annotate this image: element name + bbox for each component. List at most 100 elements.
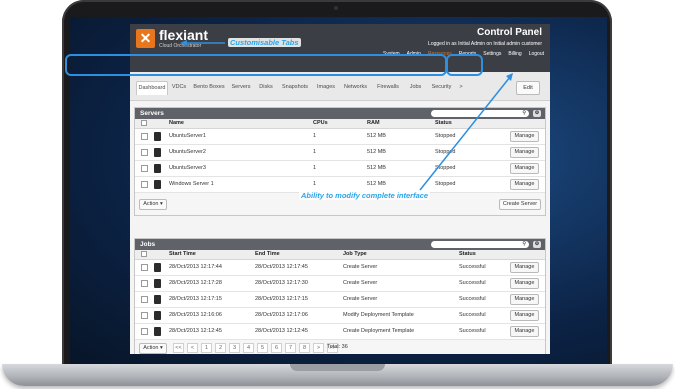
column-header-end-time[interactable]: End Time xyxy=(255,251,280,257)
job-start: 28/Oct/2013 12:16:06 xyxy=(169,312,222,318)
job-icon xyxy=(154,327,161,336)
column-header-ram[interactable]: RAM xyxy=(367,120,380,126)
jobs-column-headers: Start Time End Time Job Type Status xyxy=(135,250,545,260)
pager-item[interactable]: 4 xyxy=(243,343,254,353)
tab-snapshots[interactable]: Snapshots xyxy=(278,81,312,94)
tabs-highlight-outline xyxy=(65,54,447,76)
servers-panel-title: Servers xyxy=(140,110,164,117)
pager-item[interactable]: > xyxy=(313,343,324,353)
pager-item[interactable]: << xyxy=(173,343,184,353)
pager-item[interactable]: 5 xyxy=(257,343,268,353)
column-header-status[interactable]: Status xyxy=(435,120,452,126)
gear-icon[interactable]: ⚙ xyxy=(533,110,541,117)
job-icon xyxy=(154,263,161,272)
job-status: Successful xyxy=(459,264,486,270)
manage-button[interactable]: Manage xyxy=(510,147,539,158)
tab-security[interactable]: Security xyxy=(428,81,455,94)
jobs-total: Total: 36 xyxy=(327,344,348,350)
job-icon xyxy=(154,295,161,304)
tab-jobs[interactable]: Jobs xyxy=(405,81,426,94)
job-row[interactable]: 28/Oct/2013 12:16:06 28/Oct/2013 12:17:06… xyxy=(135,308,545,324)
column-header-status[interactable]: Status xyxy=(459,251,476,257)
column-header-name[interactable]: Name xyxy=(169,120,184,126)
edit-tabs-button[interactable]: Edit xyxy=(516,81,540,95)
tab-dashboard[interactable]: Dashboard xyxy=(136,81,168,95)
tab-networks[interactable]: Networks xyxy=(340,81,371,94)
row-checkbox[interactable] xyxy=(141,296,148,303)
server-icon xyxy=(154,180,161,189)
tab-images[interactable]: Images xyxy=(314,81,338,94)
server-ram: 512 MB xyxy=(367,165,386,171)
pager-item[interactable]: 6 xyxy=(271,343,282,353)
pager-item[interactable]: 1 xyxy=(201,343,212,353)
server-row[interactable]: UbuntuServer3 1 512 MB Stopped Manage xyxy=(135,161,545,177)
job-row[interactable]: 28/Oct/2013 12:17:15 28/Oct/2013 12:17:15… xyxy=(135,292,545,308)
job-start: 28/Oct/2013 12:12:45 xyxy=(169,328,222,334)
tab-servers[interactable]: Servers xyxy=(228,81,254,94)
jobs-search-input[interactable] xyxy=(431,241,529,248)
manage-button[interactable]: Manage xyxy=(510,278,539,289)
tab-firewalls[interactable]: Firewalls xyxy=(373,81,403,94)
row-checkbox[interactable] xyxy=(141,181,148,188)
jobs-table-body: 28/Oct/2013 12:17:44 28/Oct/2013 12:17:45… xyxy=(135,260,545,340)
tab-disks[interactable]: Disks xyxy=(256,81,276,94)
nav-item-logout[interactable]: Logout xyxy=(529,51,544,57)
manage-button[interactable]: Manage xyxy=(510,179,539,190)
tab-bento-boxes[interactable]: Bento Boxes xyxy=(192,81,226,94)
select-all-checkbox[interactable] xyxy=(141,251,147,257)
manage-button[interactable]: Manage xyxy=(510,310,539,321)
manage-button[interactable]: Manage xyxy=(510,294,539,305)
job-type: Create Server xyxy=(343,280,378,286)
create-server-button[interactable]: Create Server xyxy=(499,199,541,210)
annotation-modify-interface: Ability to modify complete interface xyxy=(299,191,431,200)
job-type: Create Deployment Template xyxy=(343,328,415,334)
job-status: Successful xyxy=(459,296,486,302)
job-row[interactable]: 28/Oct/2013 12:17:44 28/Oct/2013 12:17:45… xyxy=(135,260,545,276)
server-status: Stopped xyxy=(435,133,456,139)
edit-highlight-outline xyxy=(446,54,483,76)
manage-button[interactable]: Manage xyxy=(510,131,539,142)
column-header-start-time[interactable]: Start Time xyxy=(169,251,196,257)
job-row[interactable]: 28/Oct/2013 12:12:45 28/Oct/2013 12:12:45… xyxy=(135,324,545,340)
manage-button[interactable]: Manage xyxy=(510,262,539,273)
jobs-panel-title: Jobs xyxy=(140,241,156,248)
pager-item[interactable]: 8 xyxy=(299,343,310,353)
tab--[interactable]: > xyxy=(457,81,465,94)
jobs-panel-header: Jobs ⚲ ⚙ xyxy=(135,239,545,250)
servers-action-button[interactable]: Action ▾ xyxy=(139,199,167,210)
row-checkbox[interactable] xyxy=(141,264,148,271)
column-header-job-type[interactable]: Job Type xyxy=(343,251,367,257)
row-checkbox[interactable] xyxy=(141,149,148,156)
pager-item[interactable]: 2 xyxy=(215,343,226,353)
row-checkbox[interactable] xyxy=(141,133,148,140)
job-status: Successful xyxy=(459,328,486,334)
server-row[interactable]: UbuntuServer2 1 512 MB Stopped Manage xyxy=(135,145,545,161)
row-checkbox[interactable] xyxy=(141,165,148,172)
servers-panel-header: Servers ⚲ ⚙ xyxy=(135,108,545,119)
column-header-cpus[interactable]: CPUs xyxy=(313,120,328,126)
flexiant-logo-icon: ✕ xyxy=(136,29,155,48)
gear-icon[interactable]: ⚙ xyxy=(533,241,541,248)
job-row[interactable]: 28/Oct/2013 12:17:28 28/Oct/2013 12:17:30… xyxy=(135,276,545,292)
row-checkbox[interactable] xyxy=(141,312,148,319)
nav-item-settings[interactable]: Settings xyxy=(483,51,501,57)
select-all-checkbox[interactable] xyxy=(141,120,147,126)
tab-vdcs[interactable]: VDCs xyxy=(168,81,190,94)
pager-item[interactable]: 7 xyxy=(285,343,296,353)
server-ram: 512 MB xyxy=(367,181,386,187)
manage-button[interactable]: Manage xyxy=(510,326,539,337)
pager-item[interactable]: 3 xyxy=(229,343,240,353)
jobs-action-button[interactable]: Action ▾ xyxy=(139,343,167,354)
servers-search-input[interactable] xyxy=(431,110,529,117)
row-checkbox[interactable] xyxy=(141,328,148,335)
nav-item-billing[interactable]: Billing xyxy=(508,51,521,57)
pager-item[interactable]: < xyxy=(187,343,198,353)
row-checkbox[interactable] xyxy=(141,280,148,287)
job-end: 28/Oct/2013 12:17:15 xyxy=(255,296,308,302)
brand-subtitle: Cloud Orchestrator xyxy=(159,43,202,49)
server-cpus: 1 xyxy=(313,181,317,187)
job-end: 28/Oct/2013 12:17:45 xyxy=(255,264,308,270)
server-row[interactable]: UbuntuServer1 1 512 MB Stopped Manage xyxy=(135,129,545,145)
manage-button[interactable]: Manage xyxy=(510,163,539,174)
job-type: Create Server xyxy=(343,296,378,302)
